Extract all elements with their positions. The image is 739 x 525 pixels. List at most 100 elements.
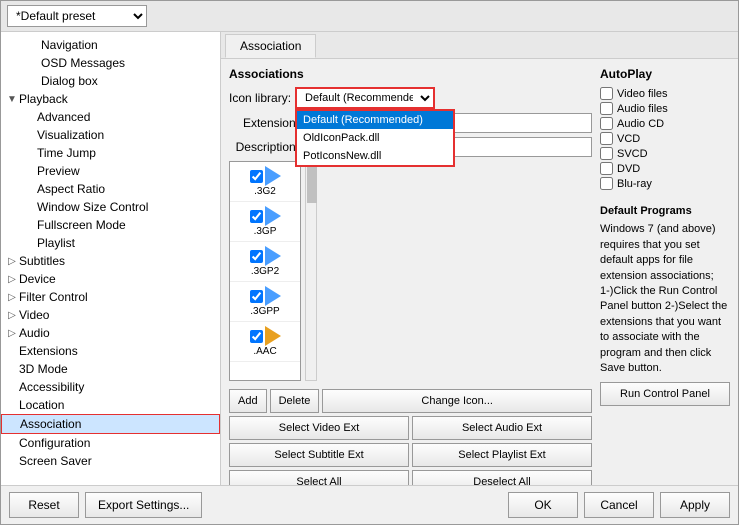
sidebar-item-screensaver[interactable]: Screen Saver bbox=[1, 452, 220, 470]
add-button[interactable]: Add bbox=[229, 389, 267, 413]
sidebar-item-windowsize[interactable]: Window Size Control bbox=[1, 198, 220, 216]
file-list[interactable]: .3G2 .3GP bbox=[229, 161, 301, 381]
btn-row-4: Select All Deselect All bbox=[229, 470, 592, 485]
ok-button[interactable]: OK bbox=[508, 492, 578, 518]
main-content: Navigation OSD Messages Dialog box ▼ Pla… bbox=[1, 32, 738, 485]
icon-library-dropdown-wrapper: Default (Recommendec Default (Recommende… bbox=[295, 87, 435, 109]
sidebar-item-video[interactable]: ▷ Video bbox=[1, 306, 220, 324]
file-list-container: .3G2 .3GP bbox=[229, 161, 592, 381]
autoplay-video-checkbox[interactable] bbox=[600, 87, 613, 100]
sidebar-item-configuration[interactable]: Configuration bbox=[1, 434, 220, 452]
sidebar-item-fullscreen[interactable]: Fullscreen Mode bbox=[1, 216, 220, 234]
select-all-button[interactable]: Select All bbox=[229, 470, 409, 485]
sidebar-item-aspect[interactable]: Aspect Ratio bbox=[1, 180, 220, 198]
autoplay-bluray-label: Blu-ray bbox=[617, 178, 652, 190]
expander-audio: ▷ bbox=[5, 328, 19, 339]
list-item[interactable]: .3GP2 bbox=[230, 242, 300, 282]
dropdown-item-poticons[interactable]: PotIconsNew.dll bbox=[297, 147, 453, 165]
sidebar-item-association[interactable]: Association bbox=[1, 414, 220, 434]
description-label: Description: bbox=[229, 140, 299, 154]
cancel-button[interactable]: Cancel bbox=[584, 492, 654, 518]
sidebar-item-preview[interactable]: Preview bbox=[1, 162, 220, 180]
list-item[interactable]: .3G2 bbox=[230, 162, 300, 202]
sidebar-item-osd[interactable]: OSD Messages bbox=[1, 54, 220, 72]
reset-button[interactable]: Reset bbox=[9, 492, 79, 518]
autoplay-title: AutoPlay bbox=[600, 67, 730, 81]
list-item[interactable]: .AAC bbox=[230, 322, 300, 362]
device-label: Device bbox=[19, 272, 56, 286]
sidebar-item-3dmode[interactable]: 3D Mode bbox=[1, 360, 220, 378]
sidebar-item-location[interactable]: Location bbox=[1, 396, 220, 414]
file-label: .3GP2 bbox=[251, 266, 279, 277]
export-settings-button[interactable]: Export Settings... bbox=[85, 492, 202, 518]
file-checkbox[interactable] bbox=[250, 170, 263, 183]
apply-button[interactable]: Apply bbox=[660, 492, 730, 518]
preset-select[interactable]: *Default preset bbox=[7, 5, 147, 27]
select-subtitle-ext-button[interactable]: Select Subtitle Ext bbox=[229, 443, 409, 467]
scrollbar-thumb[interactable] bbox=[307, 163, 317, 203]
delete-button[interactable]: Delete bbox=[270, 389, 320, 413]
scrollbar[interactable] bbox=[305, 161, 317, 381]
sidebar-item-filtercontrol[interactable]: ▷ Filter Control bbox=[1, 288, 220, 306]
tab-association[interactable]: Association bbox=[225, 34, 316, 58]
select-audio-ext-button[interactable]: Select Audio Ext bbox=[412, 416, 592, 440]
right-panel: Association Associations Icon library: D… bbox=[221, 32, 738, 485]
autoplay-svcd-label: SVCD bbox=[617, 148, 648, 160]
autoplay-audio-label: Audio files bbox=[617, 103, 668, 115]
dropdown-item-default[interactable]: Default (Recommended) bbox=[297, 111, 453, 129]
list-item[interactable]: .3GP bbox=[230, 202, 300, 242]
autoplay-dvd-checkbox[interactable] bbox=[600, 162, 613, 175]
list-item[interactable]: .3GPP bbox=[230, 282, 300, 322]
sidebar-item-visualization[interactable]: Visualization bbox=[1, 126, 220, 144]
dropdown-item-oldicon[interactable]: OldIconPack.dll bbox=[297, 129, 453, 147]
expander-video: ▷ bbox=[5, 310, 19, 321]
change-icon-button[interactable]: Change Icon... bbox=[322, 389, 592, 413]
default-programs-section: Default Programs Windows 7 (and above) r… bbox=[600, 204, 730, 406]
sidebar-item-advanced[interactable]: Advanced bbox=[1, 108, 220, 126]
run-control-panel-button[interactable]: Run Control Panel bbox=[600, 382, 730, 406]
bottom-right: OK Cancel Apply bbox=[508, 492, 730, 518]
associations-title: Associations bbox=[229, 67, 592, 81]
icon-library-select[interactable]: Default (Recommendec bbox=[295, 87, 435, 109]
preset-bar: *Default preset bbox=[1, 1, 738, 32]
autoplay-bluray-checkbox[interactable] bbox=[600, 177, 613, 190]
sidebar-item-accessibility[interactable]: Accessibility bbox=[1, 378, 220, 396]
sidebar-item-timejump[interactable]: Time Jump bbox=[1, 144, 220, 162]
file-checkbox[interactable] bbox=[250, 250, 263, 263]
default-programs-title: Default Programs bbox=[600, 204, 730, 219]
autoplay-svcd-checkbox[interactable] bbox=[600, 147, 613, 160]
deselect-all-button[interactable]: Deselect All bbox=[412, 470, 592, 485]
sidebar-item-audio[interactable]: ▷ Audio bbox=[1, 324, 220, 342]
playback-label: Playback bbox=[19, 92, 68, 106]
sidebar-item-subtitles[interactable]: ▷ Subtitles bbox=[1, 252, 220, 270]
icon-library-row: Icon library: Default (Recommendec Defau… bbox=[229, 87, 592, 109]
video-label: Video bbox=[19, 308, 49, 322]
autoplay-svcd: SVCD bbox=[600, 147, 730, 160]
sidebar-item-playback[interactable]: ▼ Playback bbox=[1, 90, 220, 108]
select-video-ext-button[interactable]: Select Video Ext bbox=[229, 416, 409, 440]
bottom-left: Reset Export Settings... bbox=[9, 492, 202, 518]
file-label: .3GP bbox=[254, 226, 277, 237]
btn-row-3: Select Subtitle Ext Select Playlist Ext bbox=[229, 443, 592, 467]
file-checkbox[interactable] bbox=[250, 210, 263, 223]
file-label: .3GPP bbox=[250, 306, 279, 317]
expander-filter: ▷ bbox=[5, 292, 19, 303]
sidebar-item-device[interactable]: ▷ Device bbox=[1, 270, 220, 288]
autoplay-audiocd-checkbox[interactable] bbox=[600, 117, 613, 130]
sidebar-item-navigation[interactable]: Navigation bbox=[1, 36, 220, 54]
file-checkbox[interactable] bbox=[250, 290, 263, 303]
main-window: *Default preset Navigation OSD Messages … bbox=[0, 0, 739, 525]
sidebar-item-playlist[interactable]: Playlist bbox=[1, 234, 220, 252]
autoplay-vcd-checkbox[interactable] bbox=[600, 132, 613, 145]
autoplay-audio-checkbox[interactable] bbox=[600, 102, 613, 115]
default-programs-text: Windows 7 (and above) requires that you … bbox=[600, 222, 730, 376]
icon-library-label: Icon library: bbox=[229, 91, 291, 105]
sidebar-item-extensions[interactable]: Extensions bbox=[1, 342, 220, 360]
file-checkbox[interactable] bbox=[250, 330, 263, 343]
select-playlist-ext-button[interactable]: Select Playlist Ext bbox=[412, 443, 592, 467]
autoplay-vcd-label: VCD bbox=[617, 133, 640, 145]
sidebar-item-dialog[interactable]: Dialog box bbox=[1, 72, 220, 90]
expander-device: ▷ bbox=[5, 274, 19, 285]
expander-icon: ▼ bbox=[5, 94, 19, 105]
sidebar: Navigation OSD Messages Dialog box ▼ Pla… bbox=[1, 32, 221, 485]
